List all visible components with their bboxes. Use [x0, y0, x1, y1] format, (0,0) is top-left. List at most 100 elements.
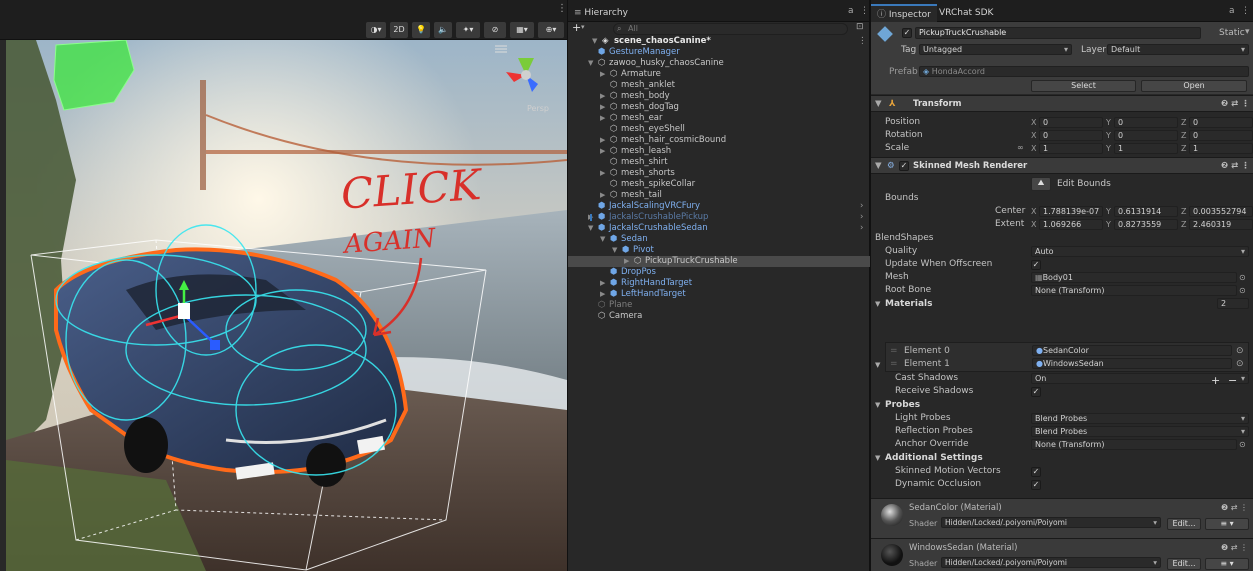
scene-viewport[interactable]: CLICK AGAIN [6, 40, 567, 571]
hidden-objects-icon[interactable]: ⊘ [484, 22, 506, 38]
component-help-icon[interactable]: ❷ ⇄ ⋮ [1221, 158, 1250, 174]
materials-count-field[interactable]: 2 [1217, 298, 1249, 309]
hierarchy-row[interactable]: ▼ ⬡ zawoo_husky_chaosCanine [568, 58, 870, 69]
hierarchy-row[interactable]: ⬢ DropPos [568, 267, 870, 278]
remove-element-button[interactable]: − [1228, 374, 1237, 387]
select-button[interactable]: Select [1031, 80, 1136, 92]
hierarchy-row[interactable]: ▶ ⬡ mesh_leash [568, 146, 870, 157]
shader-dropdown[interactable]: Hidden/Locked/.poiyomi/Poiyomi Toon/631e… [941, 517, 1161, 528]
lighting-toggle-icon[interactable]: 💡 [412, 22, 430, 38]
shader-options-button[interactable]: ≡ ▾ [1205, 558, 1249, 570]
material-element-row[interactable]: = Element 0 ●SedanColor ⊙ [886, 345, 1248, 358]
gizmos-toggle-icon[interactable]: ⊕▾ [538, 22, 564, 38]
collapsed-arrow-icon[interactable]: ▶ [600, 113, 605, 124]
center-y-field[interactable]: 0.6131914 [1114, 206, 1178, 217]
collapsed-arrow-icon[interactable]: ▶ [600, 190, 605, 201]
smr-header[interactable]: ▼ ⚙ ✓ Skinned Mesh Renderer ❷ ⇄ ⋮ [871, 157, 1253, 174]
create-dropdown-icon[interactable]: ▾ [581, 23, 585, 31]
root-bone-field[interactable]: None (Transform) [1031, 285, 1237, 296]
inspector-lock-icon[interactable]: a [1229, 6, 1235, 16]
object-picker-icon[interactable]: ⊙ [1236, 346, 1244, 356]
quality-dropdown[interactable]: Auto [1031, 246, 1249, 257]
camera-settings-icon[interactable]: ▦▾ [510, 22, 534, 38]
expand-arrow-icon[interactable]: ▼ [600, 234, 605, 245]
collapsed-arrow-icon[interactable]: ▶ [600, 289, 605, 300]
collapsed-arrow-icon[interactable]: ▶ [624, 256, 629, 267]
hierarchy-row-selected[interactable]: ▶ ⬡ PickupTruckCrushable [568, 256, 870, 267]
material-element-row[interactable]: = Element 1 ●WindowsSedan ⊙ [886, 358, 1248, 371]
hierarchy-row[interactable]: ▶ ⬡ mesh_hair_cosmicBound [568, 135, 870, 146]
hierarchy-row[interactable]: ▶ ⬡ mesh_shorts [568, 168, 870, 179]
effects-toggle-icon[interactable]: ✦▾ [456, 22, 480, 38]
scale-x-field[interactable]: 1 [1039, 143, 1103, 154]
extent-z-field[interactable]: 2.460319 [1189, 219, 1253, 230]
hierarchy-row[interactable]: ⬡ mesh_anklet [568, 80, 870, 91]
hierarchy-row[interactable]: ▶ ⬡ mesh_ear [568, 113, 870, 124]
scene-more-icon[interactable]: ⋮ [858, 36, 867, 47]
component-help-icon[interactable]: ❷ ⇄ ⋮ [1221, 96, 1250, 112]
open-button[interactable]: Open [1141, 80, 1247, 92]
collapsed-arrow-icon[interactable]: ▶ [600, 146, 605, 157]
hierarchy-more-icon[interactable]: ⋮ [860, 6, 869, 16]
open-prefab-chevron-icon[interactable]: › [860, 212, 863, 223]
material-header-icons[interactable]: ❷ ⇄ ⋮ [1221, 503, 1248, 512]
dynamic-occlusion-checkbox[interactable]: ✓ [1031, 480, 1041, 490]
object-name-field[interactable]: PickupTruckCrushable [915, 27, 1201, 39]
scale-y-field[interactable]: 1 [1114, 143, 1178, 154]
hierarchy-row[interactable]: ▼ ⬢ Sedan [568, 234, 870, 245]
center-x-field[interactable]: 1.788139e-07 [1039, 206, 1103, 217]
probes-foldout-arrow-icon[interactable]: ▼ [875, 401, 880, 409]
object-picker-icon[interactable]: ⊙ [1236, 359, 1244, 369]
collapse-arrow-icon[interactable]: ▼ [875, 96, 882, 112]
smr-enabled-checkbox[interactable]: ✓ [899, 161, 909, 171]
collapsed-arrow-icon[interactable]: ▶ [600, 91, 605, 102]
open-prefab-chevron-icon[interactable]: › [860, 223, 863, 234]
reflection-probes-dropdown[interactable]: Blend Probes [1031, 426, 1249, 437]
shader-edit-button[interactable]: Edit... [1167, 558, 1201, 570]
hierarchy-tab[interactable]: ≡ Hierarchy [568, 4, 634, 22]
hierarchy-row[interactable]: ▶ ⬢ LeftHandTarget [568, 289, 870, 300]
scene-visibility-icon[interactable]: ⊡ [856, 22, 864, 32]
scene-root-row[interactable]: ▼ ◈ scene_chaosCanine* ⋮ [568, 36, 870, 47]
hierarchy-row[interactable]: ▶⬢JackalsCrushablePickup› [568, 212, 870, 223]
edit-bounds-icon-button[interactable]: ⛰ [1031, 177, 1051, 191]
tab-inspector[interactable]: ⓘ Inspector [871, 4, 937, 22]
center-z-field[interactable]: 0.003552794 [1189, 206, 1253, 217]
create-button[interactable]: + [572, 21, 581, 34]
hierarchy-row[interactable]: ▶ ⬡ mesh_dogTag [568, 102, 870, 113]
rotation-z-field[interactable]: 0 [1189, 130, 1253, 141]
expand-arrow-icon[interactable]: ▼ [588, 223, 593, 234]
expand-arrow-icon[interactable]: ▼ [588, 58, 593, 69]
hierarchy-row[interactable]: ▼ ⬢ JackalsCrushableSedan › [568, 223, 870, 234]
hierarchy-row[interactable]: ⬢ JackalScalingVRCFury › [568, 201, 870, 212]
hierarchy-row[interactable]: ▶ ⬢ RightHandTarget [568, 278, 870, 289]
material-preview-block[interactable]: WindowsSedan (Material) ❷ ⇄ ⋮ Shader Hidden… [871, 538, 1253, 571]
shader-options-button[interactable]: ≡ ▾ [1205, 518, 1249, 530]
skinned-motion-vectors-checkbox[interactable]: ✓ [1031, 467, 1041, 477]
prefab-field[interactable]: ◈ HondaAccord [919, 66, 1249, 77]
constrain-proportions-icon[interactable]: ∞ [1017, 143, 1024, 152]
edit-bounds-label[interactable]: Edit Bounds [1057, 179, 1111, 189]
hierarchy-row[interactable]: ⬡ mesh_spikeCollar [568, 179, 870, 190]
collapse-arrow-icon[interactable]: ▼ [875, 158, 882, 174]
material-field[interactable]: ●WindowsSedan [1032, 358, 1232, 369]
object-picker-icon[interactable]: ⊙ [1239, 286, 1246, 295]
add-element-button[interactable]: + [1211, 374, 1220, 387]
projection-label[interactable]: Persp [527, 104, 549, 113]
position-x-field[interactable]: 0 [1039, 117, 1103, 128]
expand-arrow-icon[interactable]: ▼ [592, 36, 597, 47]
shading-mode-button[interactable]: ◑▾ [366, 22, 386, 38]
inspector-more-icon[interactable]: ⋮ [1241, 6, 1250, 16]
2d-toggle-button[interactable]: 2D [390, 22, 408, 38]
hierarchy-search-input[interactable]: ⌕ All [613, 23, 848, 35]
hierarchy-row[interactable]: ⬡ Plane [568, 300, 870, 311]
light-probes-dropdown[interactable]: Blend Probes [1031, 413, 1249, 424]
rotation-y-field[interactable]: 0 [1114, 130, 1178, 141]
hierarchy-row[interactable]: ⬡ Camera [568, 311, 870, 322]
material-field[interactable]: ●SedanColor [1032, 345, 1232, 356]
more-options-icon[interactable]: ⋮ [557, 3, 567, 14]
receive-shadows-checkbox[interactable]: ✓ [1031, 387, 1041, 397]
tab-vrchat-sdk[interactable]: VRChat SDK [933, 4, 999, 22]
tag-dropdown[interactable]: Untagged [919, 44, 1072, 55]
drag-handle-icon[interactable]: = [890, 359, 898, 369]
